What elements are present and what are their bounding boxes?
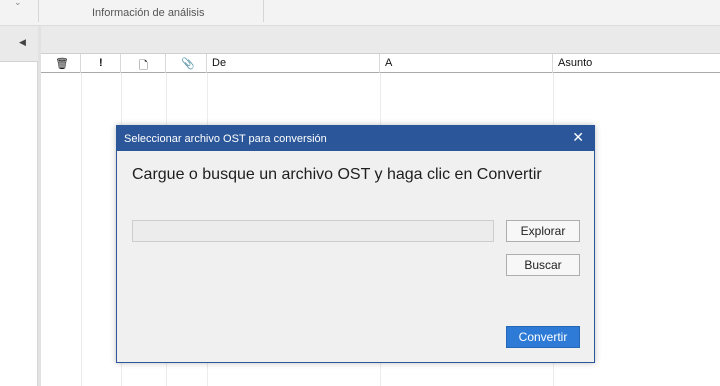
column-label-to: A [385, 57, 393, 69]
paperclip-icon: 📎 [181, 58, 195, 70]
convert-button[interactable]: Convertir [506, 326, 580, 348]
dialog-title: Seleccionar archivo OST para conversión [124, 133, 327, 145]
browse-button[interactable]: Explorar [506, 220, 580, 242]
select-ost-dialog: Seleccionar archivo OST para conversión … [116, 125, 595, 363]
dialog-title-bar[interactable]: Seleccionar archivo OST para conversión … [117, 126, 594, 151]
column-header-from[interactable]: De [207, 54, 380, 73]
column-header-subject[interactable]: Asunto [553, 54, 720, 73]
exclamation-icon: ! [99, 57, 103, 69]
list-toolbar [41, 26, 720, 54]
search-button[interactable]: Buscar [506, 254, 580, 276]
message-grid-header: 🗑 ! 🗋 📎 De A Asunto [41, 54, 720, 73]
ribbon-group-label: Información de análisis [92, 7, 205, 19]
column-header-attachment[interactable]: 📎 [166, 54, 207, 73]
pane-splitter[interactable] [38, 26, 41, 386]
ribbon-separator [263, 0, 264, 22]
ribbon-corner-icon: ⌄ [14, 0, 22, 7]
column-header-to[interactable]: A [380, 54, 553, 73]
ribbon: ⌄ Información de análisis [0, 0, 720, 26]
column-label-from: De [212, 57, 227, 69]
folder-pane: ◀ [0, 26, 38, 386]
column-header-delete[interactable]: 🗑 [41, 54, 81, 73]
ribbon-separator [38, 0, 39, 22]
document-icon: 🗋 [139, 60, 148, 72]
caret-left-icon: ◀ [19, 37, 26, 47]
trash-icon: 🗑 [55, 58, 69, 70]
ost-file-path-input[interactable] [132, 220, 494, 242]
grid-divider [81, 73, 82, 386]
column-header-item-type[interactable]: 🗋 [121, 54, 166, 73]
column-header-importance[interactable]: ! [81, 54, 121, 73]
collapse-pane-button[interactable]: ◀ [0, 26, 38, 62]
dialog-instruction: Cargue o busque un archivo OST y haga cl… [132, 166, 542, 183]
close-icon[interactable]: ✕ [572, 129, 584, 146]
column-label-subject: Asunto [558, 57, 593, 69]
